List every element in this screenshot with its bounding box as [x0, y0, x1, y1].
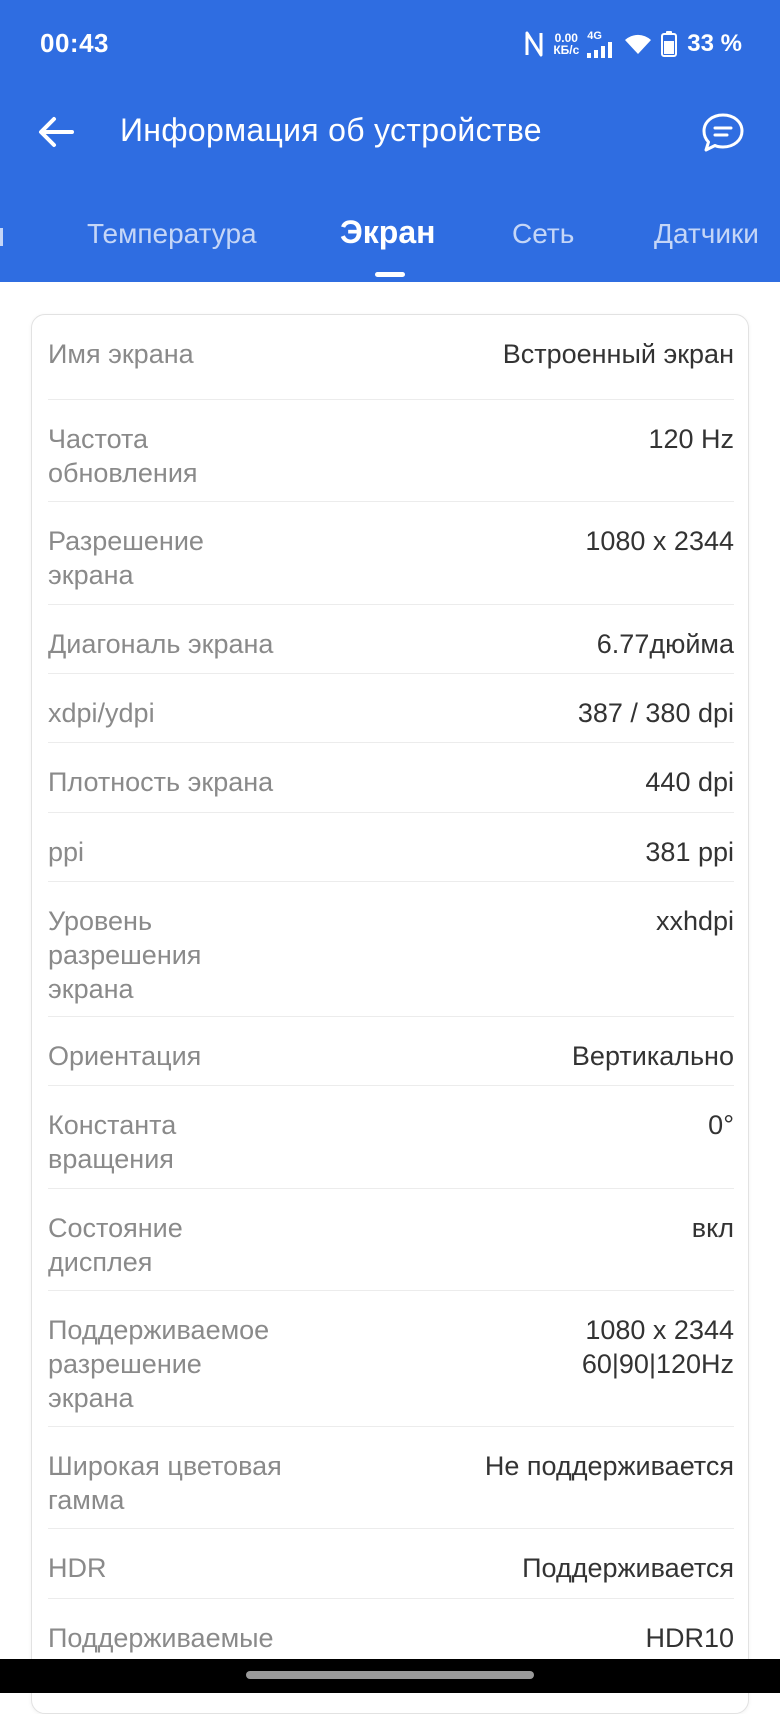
info-row-screen-name: Имя экрана Встроенный экран [48, 315, 734, 400]
info-row-refresh-rate: Частота обновления 120 Hz [48, 400, 734, 502]
info-row-rotation: Константа вращения 0° [48, 1086, 734, 1189]
info-row-orientation: Ориентация Вертикально [48, 1017, 734, 1086]
navigation-bar [0, 1659, 780, 1693]
active-tab-indicator [375, 272, 405, 277]
battery-level: 33 % [687, 30, 742, 57]
tab-sensors[interactable]: Датчики [654, 218, 759, 250]
tab-screen[interactable]: Экран [340, 214, 435, 251]
info-row-supported-hdr: Поддерживаемые HDR10 [48, 1623, 734, 1653]
info-row-hdr: HDR Поддерживается [48, 1529, 734, 1599]
info-row-density-level: Уровень разрешения экрана xxhdpi [48, 882, 734, 1017]
back-button[interactable] [28, 108, 84, 156]
app-header: 00:43 0.00 КБ/с 4G 33 % Информация об ус… [0, 0, 780, 282]
tab-bar: Температура Экран Сеть Датчики [0, 200, 780, 282]
tab-scroll-edge [0, 228, 3, 246]
page-title: Информация об устройстве [120, 112, 542, 148]
info-row-supported-modes: Поддерживаемое разрешение экрана 1080 x … [48, 1291, 734, 1427]
feedback-button[interactable] [696, 106, 750, 160]
toolbar: Информация об устройстве [0, 90, 780, 174]
arrow-left-icon [39, 117, 74, 147]
signal-indicator: 4G [587, 30, 615, 58]
screen-info-card: Имя экрана Встроенный экран Частота обно… [31, 314, 749, 1714]
info-row-ppi: ppi 381 ppi [48, 813, 734, 882]
battery-icon [661, 31, 678, 57]
nfc-icon [523, 31, 545, 57]
info-row-display-state: Состояние дисплея вкл [48, 1189, 734, 1291]
info-row-resolution: Разрешение экрана 1080 x 2344 [48, 502, 734, 605]
signal-icon [587, 41, 615, 58]
wifi-icon [623, 32, 653, 56]
info-row-xdpi-ydpi: xdpi/ydpi 387 / 380 dpi [48, 674, 734, 743]
status-bar: 00:43 0.00 КБ/с 4G 33 % [0, 0, 780, 90]
network-speed: 0.00 КБ/с [553, 31, 580, 57]
chat-bubble-icon [702, 113, 744, 152]
info-row-density: Плотность экрана 440 dpi [48, 743, 734, 813]
status-time: 00:43 [40, 28, 109, 58]
info-row-diagonal: Диагональ экрана 6.77дюйма [48, 605, 734, 674]
status-icons: 0.00 КБ/с 4G 33 % [523, 26, 742, 62]
tab-network[interactable]: Сеть [512, 218, 574, 250]
info-row-wide-color-gamut: Широкая цветовая гамма Не поддерживается [48, 1427, 734, 1529]
tab-temperature[interactable]: Температура [87, 218, 257, 250]
gesture-handle[interactable] [246, 1671, 534, 1679]
